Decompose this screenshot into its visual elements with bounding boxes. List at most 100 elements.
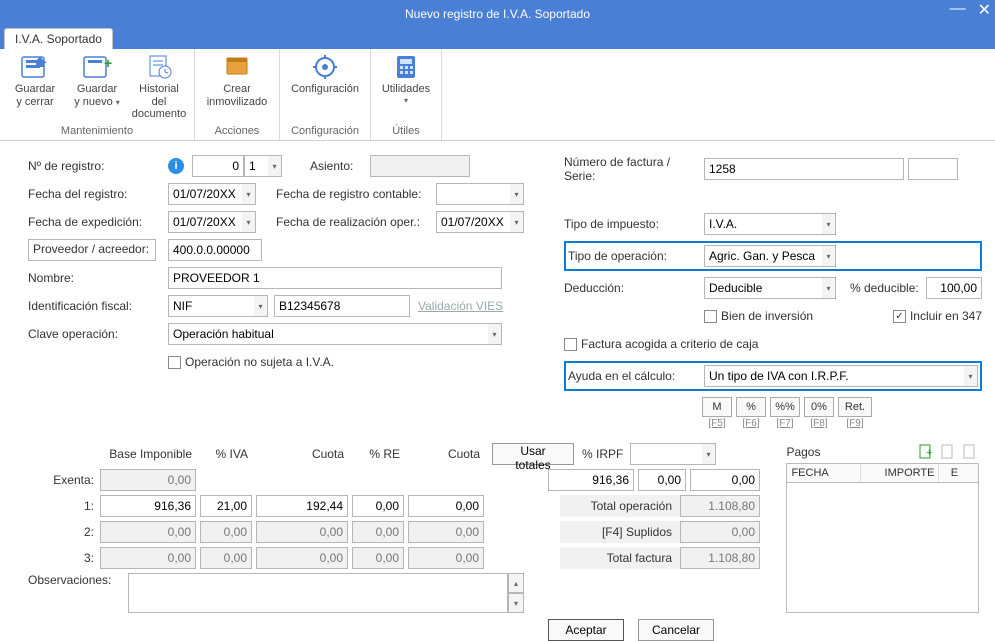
col-pct-irpf: % IRPF [574, 447, 630, 461]
row-exenta-label: Exenta: [28, 473, 100, 487]
observ-label: Observaciones: [28, 573, 128, 587]
bien-inversion-checkbox[interactable]: Bien de inversión [704, 309, 813, 323]
pct-deducible-input[interactable] [926, 277, 982, 299]
irpf-pct[interactable] [638, 469, 686, 491]
chevron-down-icon[interactable]: ▾ [242, 211, 256, 233]
chevron-down-icon: ▾ [116, 98, 120, 107]
svg-text:+: + [104, 55, 112, 71]
criterio-caja-checkbox[interactable]: Factura acogida a criterio de caja [564, 337, 758, 351]
tipo-impuesto-input[interactable] [704, 213, 822, 235]
ribbon-group-label: Configuración [291, 124, 359, 139]
ribbon-group-mantenimiento: Guardar y cerrar + Guardar y nuevo ▾ His… [0, 49, 195, 140]
chevron-down-icon[interactable]: ▾ [254, 295, 268, 317]
doc-history-btn[interactable]: Historial del documento [130, 51, 188, 123]
qbtn-ret[interactable]: Ret. [838, 397, 872, 417]
pagos-table[interactable]: FECHA IMPORTE E [786, 463, 979, 613]
row-3-label: 3: [28, 551, 100, 565]
qbtn-pct[interactable]: % [736, 397, 766, 417]
scroll-up-icon[interactable]: ▴ [508, 573, 524, 593]
irpf-cuota[interactable] [690, 469, 760, 491]
r1-pctiva[interactable] [200, 495, 252, 517]
total-operacion-val [680, 495, 760, 517]
ayuda-calc-input[interactable] [704, 365, 964, 387]
ribbon-group-label: Acciones [215, 124, 260, 139]
chevron-down-icon[interactable]: ▾ [510, 211, 524, 233]
add-page-icon[interactable]: + [917, 443, 935, 461]
deduccion-input[interactable] [704, 277, 822, 299]
qbtn-pctpct[interactable]: %% [770, 397, 800, 417]
create-asset-btn[interactable]: Crear inmovilizado [201, 51, 273, 110]
deduccion-label: Deducción: [564, 281, 704, 295]
row-1-label: 1: [28, 499, 100, 513]
id-fiscal-num-input[interactable] [274, 295, 410, 317]
window-title: Nuevo registro de I.V.A. Soportado [8, 7, 987, 21]
aceptar-button[interactable]: Aceptar [548, 619, 624, 641]
chevron-down-icon[interactable]: ▾ [822, 245, 836, 267]
r1-base[interactable] [100, 495, 196, 517]
delete-page-icon[interactable] [961, 443, 979, 461]
irpf-select[interactable] [630, 443, 702, 465]
r1-pctre[interactable] [352, 495, 404, 517]
tipo-operacion-input[interactable] [704, 245, 822, 267]
asiento-input [370, 155, 470, 177]
observ-textarea[interactable] [128, 573, 508, 613]
num-registro-label: Nº de registro: [28, 159, 168, 173]
chevron-down-icon[interactable]: ▾ [242, 183, 256, 205]
col-base: Base Imponible [100, 447, 196, 461]
chevron-down-icon[interactable]: ▾ [822, 277, 836, 299]
chevron-down-icon[interactable]: ▾ [822, 213, 836, 235]
ribbon-group-utiles: Utilidades ▾ Útiles [371, 49, 442, 140]
op-no-sujeta-checkbox[interactable]: Operación no sujeta a I.V.A. [168, 355, 334, 369]
qbtn-m[interactable]: M [702, 397, 732, 417]
ribbon-group-label: Útiles [392, 124, 420, 139]
total-factura-val [680, 547, 760, 569]
save-new-btn[interactable]: + Guardar y nuevo ▾ [68, 51, 126, 110]
proveedor-label[interactable]: Proveedor / acreedor: [28, 239, 156, 261]
tab-iva-soportado[interactable]: I.V.A. Soportado [4, 28, 113, 49]
titlebar: Nuevo registro de I.V.A. Soportado — ✕ [0, 0, 995, 28]
fecha-reg-cont-input[interactable] [436, 183, 510, 205]
config-btn[interactable]: Configuración [286, 51, 364, 110]
suplidos-val[interactable] [680, 521, 760, 543]
clave-op-input[interactable] [168, 323, 488, 345]
num-factura-serie-input[interactable] [908, 158, 958, 180]
ribbon-group-label: Mantenimiento [61, 124, 133, 139]
chevron-down-icon[interactable]: ▾ [702, 443, 716, 465]
scroll-down-icon[interactable]: ▾ [508, 593, 524, 613]
cancelar-button[interactable]: Cancelar [638, 619, 714, 641]
proveedor-input[interactable] [168, 239, 262, 261]
fecha-registro-label: Fecha del registro: [28, 187, 168, 201]
tipo-operacion-label: Tipo de operación: [568, 249, 704, 263]
r1-cuota[interactable] [256, 495, 348, 517]
chevron-down-icon[interactable]: ▾ [510, 183, 524, 205]
info-icon[interactable]: i [168, 158, 184, 174]
incluir-347-checkbox[interactable]: ✓Incluir en 347 [893, 309, 982, 323]
utils-btn[interactable]: Utilidades ▾ [377, 51, 435, 107]
validacion-vies-link[interactable]: Validación VIES [418, 299, 503, 313]
fecha-real-op-input[interactable] [436, 211, 510, 233]
chevron-down-icon[interactable]: ▾ [488, 323, 502, 345]
ayuda-calc-label: Ayuda en el cálculo: [568, 369, 704, 383]
ribbon-group-config: Configuración Configuración [280, 49, 371, 140]
fecha-exped-input[interactable] [168, 211, 242, 233]
save-close-btn[interactable]: Guardar y cerrar [6, 51, 64, 110]
nombre-input[interactable] [168, 267, 502, 289]
chevron-down-icon[interactable]: ▾ [964, 365, 978, 387]
chevron-down-icon[interactable]: ▾ [268, 155, 282, 177]
usar-totales-btn[interactable]: Usar totales [492, 443, 574, 465]
num-registro-serie-input[interactable] [244, 155, 268, 177]
minimize-icon[interactable]: — [950, 0, 966, 20]
svg-text:+: + [926, 447, 932, 459]
num-registro-input[interactable] [192, 155, 244, 177]
fecha-registro-input[interactable] [168, 183, 242, 205]
id-fiscal-tipo-input[interactable] [168, 295, 254, 317]
close-icon[interactable]: ✕ [978, 0, 991, 20]
edit-page-icon[interactable] [939, 443, 957, 461]
qbtn-0pct[interactable]: 0% [804, 397, 834, 417]
r1-cuota2[interactable] [408, 495, 484, 517]
irpf-base[interactable] [548, 469, 634, 491]
num-factura-input[interactable] [704, 158, 904, 180]
col-cuota: Cuota [252, 447, 348, 461]
fecha-real-op-label: Fecha de realización oper.: [276, 215, 436, 229]
pagos-col-e: E [939, 464, 969, 482]
